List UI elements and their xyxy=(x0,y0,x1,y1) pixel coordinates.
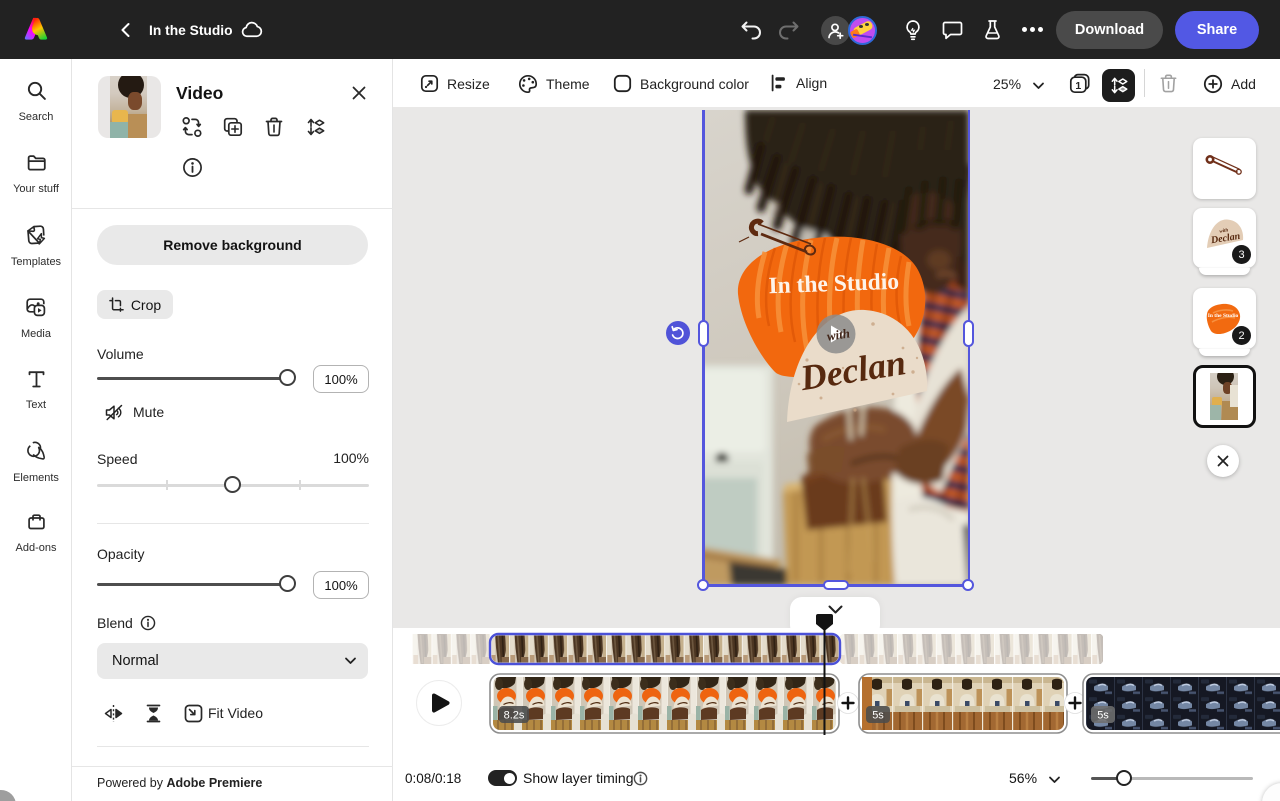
svg-text:In the Studio: In the Studio xyxy=(768,269,899,300)
svg-text:8.2s: 8.2s xyxy=(504,710,525,722)
svg-text:5s: 5s xyxy=(1097,710,1109,722)
svg-text:1: 1 xyxy=(1075,80,1081,92)
svg-text:5s: 5s xyxy=(872,710,884,722)
svg-text:In the Studio: In the Studio xyxy=(1208,313,1239,319)
